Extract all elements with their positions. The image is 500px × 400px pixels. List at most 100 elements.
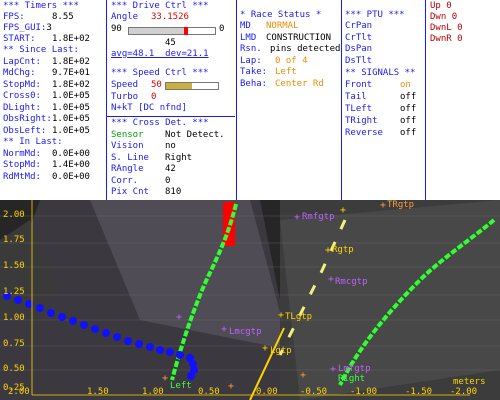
dwnr-label: DwnR <box>430 34 452 44</box>
cross-marker-icon: + <box>330 364 337 375</box>
signal-tright-label: TRight <box>345 116 378 126</box>
turbo-value: 0 <box>151 92 157 102</box>
cross-marker-icon: + <box>176 312 183 323</box>
y-tick: 2.00 <box>3 210 25 220</box>
drive-ctrl-header: *** Drive Ctrl *** <box>111 1 209 11</box>
normmd-label: NormMd: <box>3 149 41 159</box>
speed-bar[interactable] <box>165 82 219 90</box>
cross-det-header: *** Cross Det. *** <box>111 118 209 128</box>
corner-panel: Up 0 Dwn 0 DwnL 0 DwnR 0 <box>426 0 500 200</box>
dlight-value: 1.0E+05 <box>52 103 90 113</box>
units-label: meters <box>453 377 486 387</box>
drive-ctrl-panel: *** Drive Ctrl *** Angle 33.1526 90 0 45… <box>107 0 235 200</box>
x-tick: -2.00 <box>450 387 478 397</box>
lapcnt-value: 1.8E+02 <box>52 57 90 67</box>
marker-label: TLgtp <box>285 312 313 322</box>
signal-front-value: on <box>400 80 411 90</box>
up-label: Up <box>430 1 441 11</box>
behavior-label: Beha: <box>240 79 268 89</box>
signal-tail-label: Tail <box>345 92 367 102</box>
cross-marker-icon: + <box>294 212 301 223</box>
x-tick: 0.50 <box>198 387 220 397</box>
race-status-panel: * Race Status * MD NORMAL LMD CONSTRUCTI… <box>237 0 340 200</box>
cross-marker-icon: + <box>328 274 335 285</box>
pixcnt-label: Pix Cnt <box>111 187 149 197</box>
reason-label: Rsn. <box>240 44 262 54</box>
signal-reverse-value: off <box>400 128 417 138</box>
md-value: NORMAL <box>266 21 299 31</box>
timers-panel: *** Timers *** FPS: 8.55 FPS_GUI:3 START… <box>0 0 106 200</box>
angle-slider-fill <box>129 28 186 34</box>
speed-label: Speed <box>111 80 139 90</box>
angle-value: 33.1526 <box>151 12 189 22</box>
fps-gui-label: FPS_GUI: <box>3 23 47 33</box>
dwnl-value: 0 <box>457 23 463 33</box>
mdchg-label: MdChg: <box>3 68 36 78</box>
camera-overlay <box>0 200 500 400</box>
cross-marker-icon: + <box>325 245 332 256</box>
signal-tail-value: off <box>400 92 417 102</box>
vision-label: Vision <box>111 141 144 151</box>
signal-reverse-label: Reverse <box>345 128 383 138</box>
y-tick: 1.25 <box>3 287 25 297</box>
cross0-value: 1.0E+05 <box>52 91 90 101</box>
x-tick: -0.50 <box>300 387 328 397</box>
start-label: START: <box>3 34 36 44</box>
cross-marker-icon: + <box>228 381 235 392</box>
x-tick: 0.00 <box>256 387 278 397</box>
lapcnt-label: LapCnt: <box>3 57 41 67</box>
cross-marker-icon: + <box>340 205 347 216</box>
cross-marker-icon: + <box>278 310 285 321</box>
signals-header: ** SIGNALS ** <box>345 68 416 78</box>
x-tick: 1.00 <box>142 387 164 397</box>
stopmd2-label: StopMd: <box>3 160 41 170</box>
signal-tright-value: off <box>400 116 417 126</box>
signal-front-label: Front <box>345 80 373 90</box>
up-value: 0 <box>446 1 452 11</box>
speed-ctrl-header: *** Speed Ctrl *** <box>111 68 209 78</box>
camera-view[interactable]: 2.00 1.75 1.50 1.25 1.00 0.75 0.50 0.25 … <box>0 200 500 400</box>
angle-slider[interactable] <box>128 27 216 35</box>
in-last-header: ** In Last: <box>3 137 63 147</box>
left-lane-label: Left <box>170 381 192 391</box>
sline-label: S. Line <box>111 153 149 163</box>
angle-slider-thumb[interactable] <box>183 27 188 35</box>
signal-tleft-value: off <box>400 104 417 114</box>
stopmd-value: 1.8E+02 <box>52 80 90 90</box>
normmd-value: 0.0E+00 <box>52 149 90 159</box>
rangle-label: RAngle <box>111 164 144 174</box>
angle-mid-value: 45 <box>165 38 176 48</box>
fps-gui-value: 3 <box>46 23 52 33</box>
cross-marker-icon: + <box>221 324 228 335</box>
obsleft-label: ObsLeft: <box>3 126 47 136</box>
sline-value: Right <box>165 153 193 163</box>
cross0-label: Cross0: <box>3 91 41 101</box>
behavior-value: Center Rd <box>275 79 324 89</box>
take-label: Take: <box>240 67 268 77</box>
pixcnt-value: 810 <box>165 187 182 197</box>
rdmtmd-label: RdMtMd: <box>3 172 41 182</box>
since-last-header: ** Since Last: <box>3 45 79 55</box>
sensor-value: Not Detect. <box>165 130 225 140</box>
dstlt-label: DsTlt <box>345 56 373 66</box>
right-lane-label: Right <box>338 374 366 384</box>
x-tick: 2.00 <box>8 387 30 397</box>
dwn-label: Dwn <box>430 12 447 22</box>
ptu-panel: *** PTU *** CrPan CrTlt DsPan DsTlt ** S… <box>342 0 424 200</box>
cross-marker-icon: + <box>262 343 269 354</box>
telemetry-window: *** Timers *** FPS: 8.55 FPS_GUI:3 START… <box>0 0 500 400</box>
angle-slider-max: 0 <box>219 24 225 34</box>
marker-label: Rgtp <box>332 245 354 255</box>
nkt-readout: N+kT [DC nfnd] <box>111 103 187 113</box>
rangle-value: 42 <box>165 164 176 174</box>
x-tick: 1.50 <box>87 387 109 397</box>
marker-label: Rmcgtp <box>335 277 368 287</box>
x-tick: -1.50 <box>405 387 433 397</box>
dspan-label: DsPan <box>345 44 373 54</box>
angle-slider-min: 90 <box>111 24 122 34</box>
marker-label: Lmcgtp <box>229 327 262 337</box>
crtlt-label: CrTlt <box>345 33 373 43</box>
md-label: MD <box>240 21 251 31</box>
drive-divider <box>107 116 235 117</box>
start-value: 1.8E+02 <box>52 34 90 44</box>
